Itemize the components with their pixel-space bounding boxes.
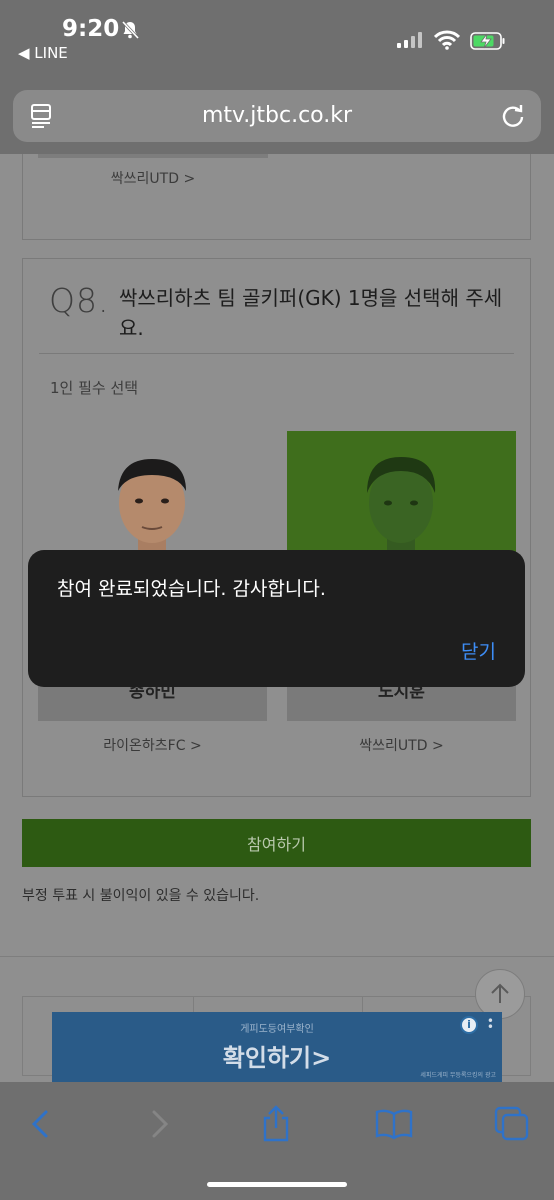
divider [39, 353, 514, 354]
previous-team-link[interactable]: 싹쓰리UTD > [38, 168, 268, 188]
question-card: Q8. 싹쓰리하츠 팀 골키퍼(GK) 1명을 선택해 주세요. 1인 필수 선… [22, 258, 531, 797]
back-to-app-link[interactable]: ◀ LINE [18, 44, 68, 62]
home-indicator[interactable] [207, 1182, 347, 1187]
vote-submit-button[interactable]: 참여하기 [22, 819, 531, 867]
previous-candidate-namebar [38, 154, 268, 158]
tabs-icon[interactable] [492, 1104, 532, 1144]
candidate-team-link[interactable]: 싹쓰리UTD > [287, 735, 516, 755]
cellular-signal-icon [397, 32, 422, 48]
forward-icon[interactable] [140, 1104, 180, 1144]
alert-message: 참여 완료되었습니다. 감사합니다. [57, 578, 326, 600]
question-text: 싹쓰리하츠 팀 골키퍼(GK) 1명을 선택해 주세요. [119, 286, 503, 340]
section-divider [0, 956, 554, 957]
bell-muted-icon [121, 20, 140, 40]
battery-charging-icon [470, 32, 505, 50]
fraud-warning-text: 부정 투표 시 불이익이 있을 수 있습니다. [22, 888, 260, 904]
url-text: mtv.jtbc.co.kr [201, 103, 353, 128]
ad-banner[interactable]: 게피도등여부확인 확인하기> 세피드게피 무등록으킹의 광고 i • • [52, 1012, 502, 1082]
bookmarks-icon[interactable] [374, 1104, 414, 1144]
ad-menu-icon[interactable]: • • [487, 1015, 494, 1033]
ad-info-icon[interactable]: i [460, 1016, 478, 1034]
question-number: Q8. [49, 281, 110, 320]
address-bar[interactable]: mtv.jtbc.co.kr [13, 90, 541, 142]
ad-small-text: 게피도등여부확인 [240, 1024, 314, 1035]
reload-icon[interactable] [499, 102, 527, 130]
status-bar: 9:20 ◀ LINE [0, 0, 554, 88]
ad-headline[interactable]: 확인하기> [52, 1038, 502, 1073]
selection-requirement: 1인 필수 선택 [50, 379, 139, 397]
candidate-team-link[interactable]: 라이온하츠FC > [38, 735, 267, 755]
alert-dialog: 참여 완료되었습니다. 감사합니다. 닫기 [28, 550, 525, 687]
arrow-up-icon [491, 983, 509, 1003]
share-icon[interactable] [256, 1104, 296, 1144]
previous-question-card [22, 154, 531, 240]
browser-address-area: mtv.jtbc.co.kr [0, 88, 554, 154]
back-icon[interactable] [20, 1104, 60, 1144]
status-time: 9:20 [62, 16, 120, 42]
alert-close-button[interactable]: 닫기 [461, 637, 496, 664]
ad-fine-print: 세피드게피 무등록으킹의 광고 [420, 1072, 496, 1079]
wifi-icon [434, 30, 460, 50]
